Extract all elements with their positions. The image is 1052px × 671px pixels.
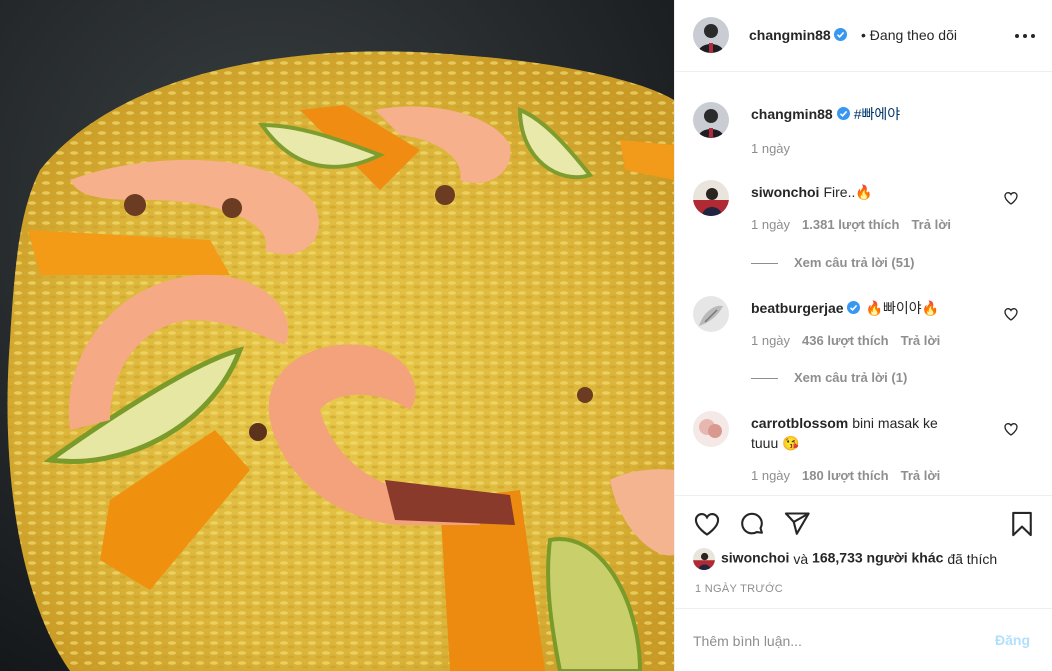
comment-time[interactable]: 1 ngày [751, 333, 790, 348]
comment-username-row: beatburgerjae [751, 300, 862, 316]
verified-badge-icon [846, 301, 860, 314]
comment-likes[interactable]: 1.381 lượt thích [802, 217, 899, 232]
author-avatar[interactable] [693, 17, 729, 53]
comment-line: carrotblossom bini masak ke tuuu 😘 [751, 413, 961, 453]
liker-avatar[interactable] [693, 548, 715, 570]
comment-input[interactable] [693, 629, 983, 653]
reply-button[interactable]: Trả lời [901, 333, 941, 348]
comment-like-heart-icon[interactable] [1003, 306, 1019, 322]
comment-like-heart-icon[interactable] [1003, 190, 1019, 206]
comment-likes[interactable]: 436 lượt thích [802, 333, 889, 348]
comment-text: Fire..🔥 [823, 184, 873, 200]
post-timestamp[interactable]: 1 NGÀY TRƯỚC [695, 583, 783, 595]
view-replies-label: Xem câu trả lời (51) [794, 255, 915, 270]
comment-time[interactable]: 1 ngày [751, 217, 790, 232]
view-replies-button[interactable]: Xem câu trả lời (51) [751, 255, 915, 270]
comments-list: changmin88 #빠에야 1 ngày siwonchoi Fire..🔥 1… [675, 72, 1052, 495]
comment-meta: 1 ngày 1.381 lượt thích Trả lời [751, 217, 963, 232]
comment-line: siwonchoi Fire..🔥 [751, 182, 1001, 202]
comment-like-heart-icon[interactable] [1003, 421, 1019, 437]
post-header: changmin88 • Đang theo dõi [675, 0, 1052, 72]
liked-by-count[interactable]: 168,733 người khác [812, 550, 943, 566]
liker-username[interactable]: siwonchoi [721, 550, 789, 566]
comment-text: 🔥빠이야🔥 [865, 300, 940, 316]
paella-image [0, 0, 674, 671]
caption-avatar[interactable] [693, 102, 729, 138]
view-replies-button[interactable]: Xem câu trả lời (1) [751, 370, 907, 385]
reply-button[interactable]: Trả lời [901, 468, 941, 483]
comment-username[interactable]: carrotblossom [751, 415, 848, 431]
comment-meta: 1 ngày 180 lượt thích Trả lời [751, 468, 952, 483]
verified-badge-icon [836, 107, 850, 120]
caption-username[interactable]: changmin88 [751, 106, 833, 122]
bookmark-icon[interactable] [1008, 510, 1036, 538]
follow-status[interactable]: • Đang theo dõi [861, 27, 957, 43]
post-comment-button[interactable]: Đăng [995, 632, 1030, 648]
add-comment-bar: Đăng [675, 608, 1052, 671]
author-username[interactable]: changmin88 [749, 27, 831, 43]
heart-icon[interactable] [693, 510, 721, 538]
commenter-avatar[interactable] [693, 180, 729, 216]
view-replies-label: Xem câu trả lời (1) [794, 370, 908, 385]
post-actions [675, 495, 1052, 545]
replies-divider [751, 263, 778, 265]
comment-icon[interactable] [738, 510, 766, 538]
commenter-avatar[interactable] [693, 296, 729, 332]
reply-button[interactable]: Trả lời [911, 217, 951, 232]
share-icon[interactable] [783, 510, 811, 538]
caption-time[interactable]: 1 ngày [751, 141, 790, 156]
comment-likes[interactable]: 180 lượt thích [802, 468, 889, 483]
author-username-row: changmin88 [749, 27, 847, 43]
verified-badge-icon [833, 28, 847, 41]
post-photo[interactable] [0, 0, 674, 671]
commenter-avatar[interactable] [693, 411, 729, 447]
caption-meta: 1 ngày [751, 141, 802, 156]
more-options-icon[interactable] [1011, 26, 1039, 46]
caption-hashtag[interactable]: #빠에야 [854, 106, 900, 122]
comment-meta: 1 ngày 436 lượt thích Trả lời [751, 333, 952, 348]
liked-by-suffix: đã thích [947, 551, 998, 567]
liked-by-and: và [793, 551, 809, 567]
liked-by: siwonchoi và 168,733 người khác đã thích [693, 548, 997, 572]
comment-username[interactable]: beatburgerjae [751, 300, 844, 316]
comment-username[interactable]: siwonchoi [751, 184, 819, 200]
replies-divider [751, 378, 778, 380]
post-side-panel: changmin88 • Đang theo dõi changmin88 #빠에… [674, 0, 1052, 671]
comment-line: beatburgerjae 🔥빠이야🔥 [751, 298, 1001, 318]
comment-time[interactable]: 1 ngày [751, 468, 790, 483]
caption-line: changmin88 #빠에야 [751, 104, 1001, 124]
